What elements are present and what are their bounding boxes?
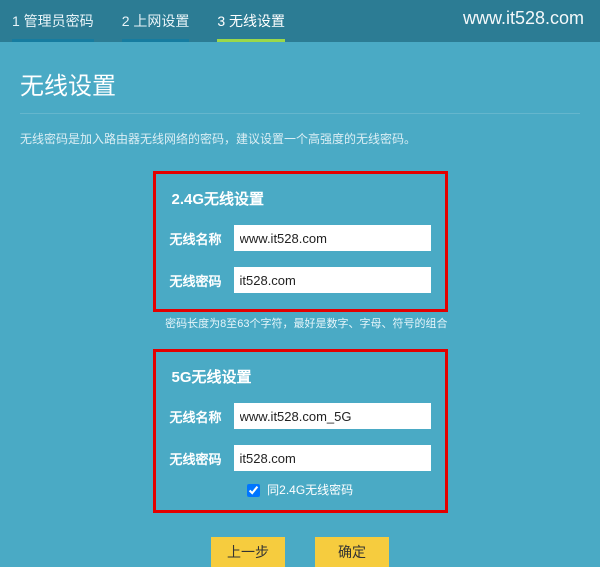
field-5g-name: 无线名称 bbox=[170, 403, 431, 429]
label-5g-password: 无线密码 bbox=[170, 449, 234, 468]
label-2-4g-name: 无线名称 bbox=[170, 229, 234, 248]
watermark-text: www.it528.com bbox=[463, 8, 584, 29]
field-2-4g-password: 无线密码 bbox=[170, 267, 431, 293]
page-title: 无线设置 bbox=[20, 66, 580, 114]
field-5g-password: 无线密码 bbox=[170, 445, 431, 471]
section-2-4g-title: 2.4G无线设置 bbox=[172, 188, 431, 209]
input-2-4g-password[interactable] bbox=[234, 267, 431, 293]
prev-button[interactable]: 上一步 bbox=[211, 537, 285, 567]
ok-button[interactable]: 确定 bbox=[315, 537, 389, 567]
input-5g-password[interactable] bbox=[234, 445, 431, 471]
section-5g: 5G无线设置 无线名称 无线密码 同2.4G无线密码 bbox=[153, 349, 448, 513]
button-row: 上一步 确定 bbox=[211, 537, 389, 567]
step-wireless-settings[interactable]: 3 无线设置 bbox=[217, 11, 285, 42]
input-5g-name[interactable] bbox=[234, 403, 431, 429]
label-2-4g-password: 无线密码 bbox=[170, 271, 234, 290]
section-2-4g: 2.4G无线设置 无线名称 无线密码 bbox=[153, 171, 448, 312]
checkbox-same-as-2-4g[interactable] bbox=[247, 484, 260, 497]
section-5g-title: 5G无线设置 bbox=[172, 366, 431, 387]
same-password-row: 同2.4G无线密码 bbox=[170, 481, 431, 498]
page-desc: 无线密码是加入路由器无线网络的密码，建议设置一个高强度的无线密码。 bbox=[20, 130, 580, 147]
field-2-4g-name: 无线名称 bbox=[170, 225, 431, 251]
label-5g-name: 无线名称 bbox=[170, 407, 234, 426]
password-hint: 密码长度为8至63个字符，最好是数字、字母、符号的组合 bbox=[153, 315, 448, 331]
content-area: 无线设置 无线密码是加入路由器无线网络的密码，建议设置一个高强度的无线密码。 2… bbox=[0, 42, 600, 567]
input-2-4g-name[interactable] bbox=[234, 225, 431, 251]
step-admin-password[interactable]: 1 管理员密码 bbox=[12, 11, 94, 42]
wizard-steps-bar: 1 管理员密码 2 上网设置 3 无线设置 www.it528.com bbox=[0, 0, 600, 42]
checkbox-same-label: 同2.4G无线密码 bbox=[267, 483, 353, 497]
step-internet-settings[interactable]: 2 上网设置 bbox=[122, 11, 190, 42]
